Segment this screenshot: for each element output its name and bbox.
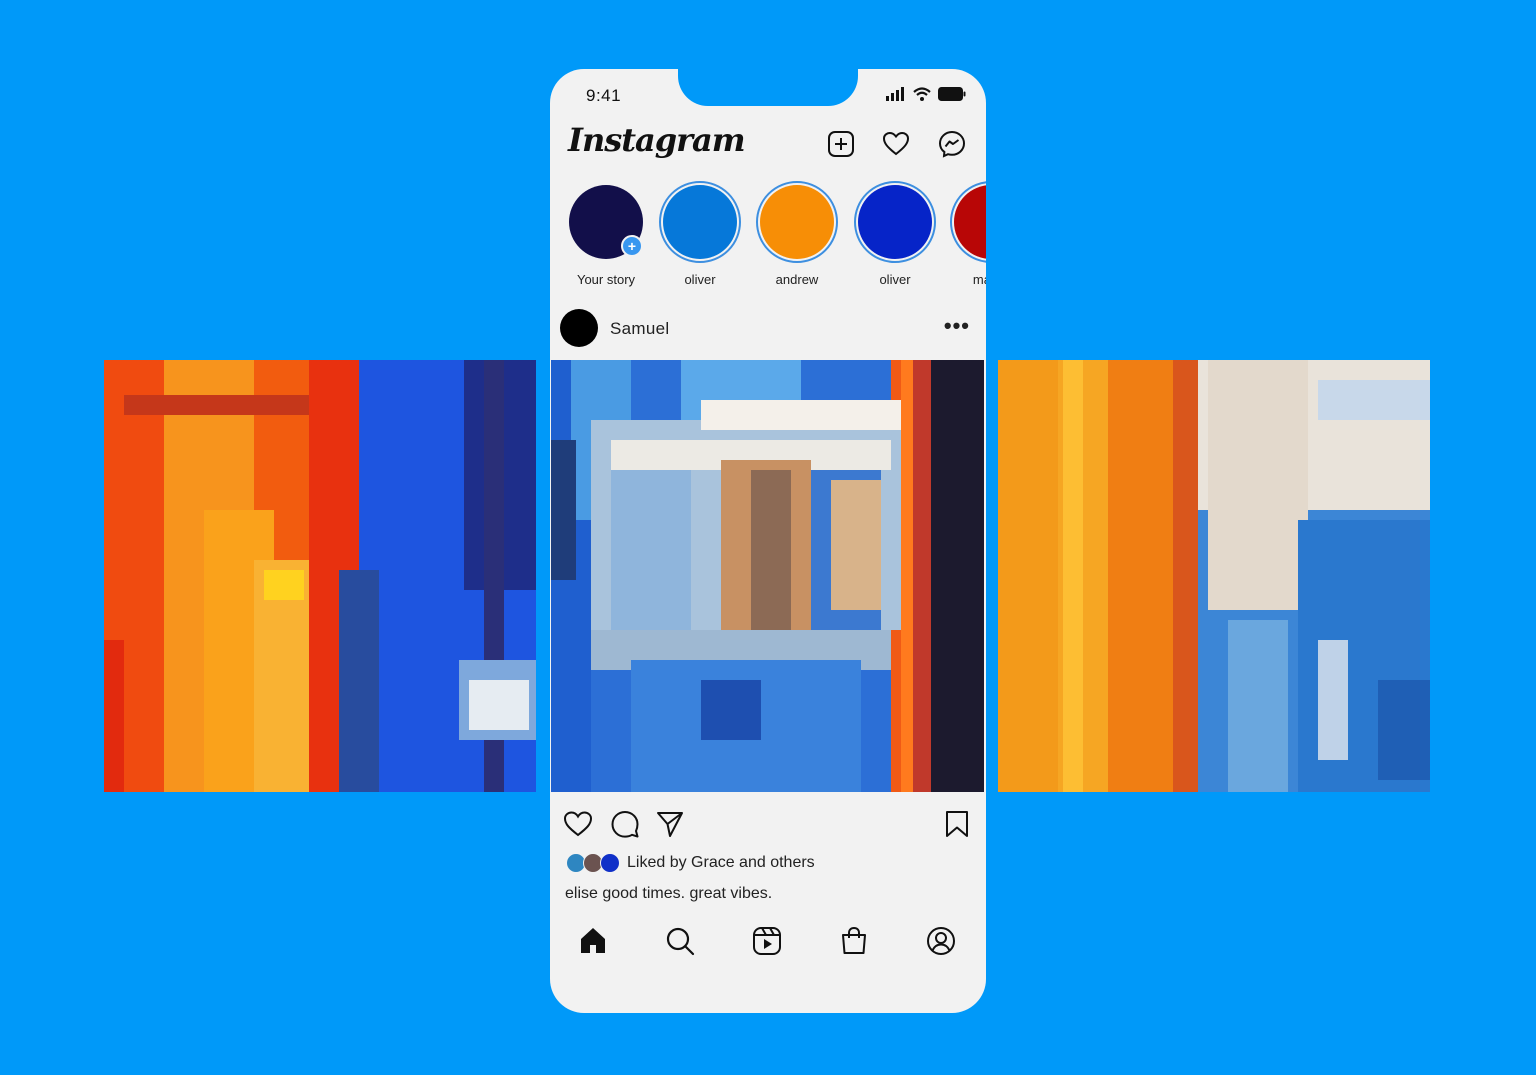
like-icon[interactable]: [563, 809, 593, 839]
signal-icon: [886, 87, 904, 101]
post-caption: elise good times. great vibes.: [565, 885, 773, 902]
story-label: oliver: [684, 272, 716, 287]
story-avatar: [858, 185, 932, 259]
instagram-logo[interactable]: Instagram: [568, 121, 746, 159]
wifi-icon: [913, 87, 931, 101]
story-label: oliver: [879, 272, 911, 287]
post-username[interactable]: Samuel: [610, 319, 669, 339]
story-your-story[interactable]: + Your story: [561, 181, 651, 287]
reels-icon[interactable]: [751, 925, 783, 957]
status-icons: [886, 87, 966, 101]
likes-row[interactable]: Liked by Grace and others: [566, 853, 815, 873]
shop-icon[interactable]: [838, 925, 870, 957]
story-label: andrew: [775, 272, 819, 287]
story-ring: [756, 181, 838, 263]
story-ring: [659, 181, 741, 263]
liked-by-text[interactable]: Liked by Grace and others: [627, 854, 815, 872]
more-options-icon[interactable]: •••: [944, 313, 970, 339]
share-icon[interactable]: [655, 809, 685, 839]
bottom-tab-bar: [550, 925, 986, 965]
story-avatar: [760, 185, 834, 259]
post-actions: [550, 809, 986, 843]
post-header: Samuel •••: [560, 307, 976, 351]
search-icon[interactable]: [664, 925, 696, 957]
profile-icon[interactable]: [925, 925, 957, 957]
activity-button[interactable]: [881, 129, 911, 159]
add-post-button[interactable]: [826, 129, 856, 159]
carousel-image-left: [104, 360, 536, 792]
story-label: Your story: [576, 272, 636, 287]
carousel-image-right: [998, 360, 1430, 792]
story-avatar: [954, 185, 986, 259]
story-oliver[interactable]: oliver: [655, 181, 745, 287]
heart-icon: [882, 131, 910, 156]
status-time: 9:41: [586, 86, 622, 105]
story-oliver-2[interactable]: oliver: [850, 181, 940, 287]
bookmark-icon[interactable]: [942, 809, 972, 839]
post-image[interactable]: [551, 360, 984, 792]
add-post-icon: [828, 131, 854, 157]
messenger-icon: [938, 130, 966, 158]
story-mateo[interactable]: mateo: [946, 181, 986, 287]
story-andrew[interactable]: andrew: [752, 181, 842, 287]
post-avatar[interactable]: [560, 309, 598, 347]
liker-avatar: [600, 853, 620, 873]
story-ring: [854, 181, 936, 263]
story-label: mateo: [972, 272, 986, 287]
battery-icon: [938, 87, 966, 101]
stories-row: + Your story oliver andrew oliver m: [550, 181, 986, 291]
messenger-button[interactable]: [937, 129, 967, 159]
phone-notch: [678, 69, 858, 106]
story-ring: [950, 181, 986, 263]
story-ring: +: [565, 181, 647, 263]
add-story-icon[interactable]: +: [621, 235, 643, 257]
phone-frame: 9:41 Instagram + Your story oliver andre…: [550, 69, 986, 1013]
comment-icon[interactable]: [610, 809, 640, 839]
home-icon[interactable]: [577, 925, 609, 957]
story-avatar: [663, 185, 737, 259]
